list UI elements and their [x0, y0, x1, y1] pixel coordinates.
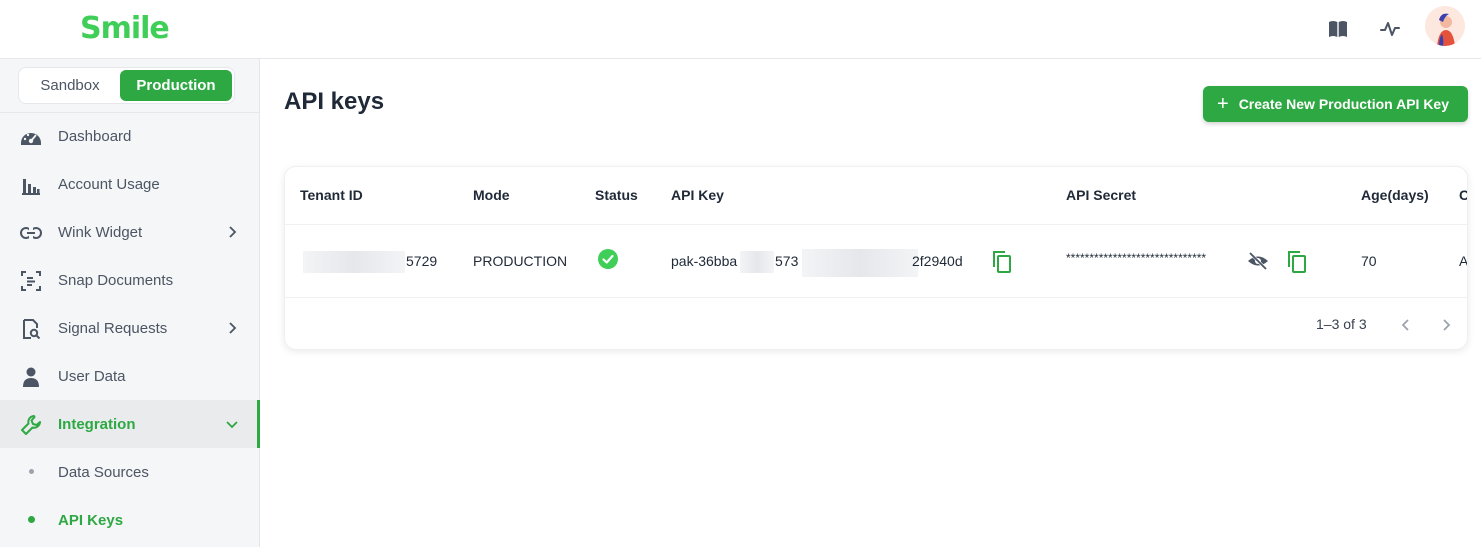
column-header-api-secret[interactable]: API Secret	[1066, 187, 1136, 203]
truncated-cell: A	[1459, 253, 1468, 269]
sidebar-item-label: API Keys	[58, 511, 124, 529]
redacted-api-key-part	[802, 249, 918, 277]
tenant-id-cell: 5729	[406, 253, 438, 269]
chevron-right-icon	[1443, 319, 1451, 331]
avatar[interactable]	[1425, 6, 1465, 46]
chevron-right-icon	[224, 224, 240, 240]
sidebar-item-integration[interactable]: Integration	[0, 400, 260, 448]
smile-logo[interactable]: Smile	[80, 11, 170, 46]
api-keys-table: Tenant ID Mode Status API Key API Secret…	[284, 166, 1468, 350]
divider	[285, 224, 1467, 225]
link-icon	[20, 222, 42, 244]
chevron-right-icon	[224, 320, 240, 336]
dashboard-icon	[20, 126, 42, 148]
column-header-age-days[interactable]: Age(days)	[1361, 187, 1429, 203]
column-header-mode[interactable]: Mode	[473, 187, 510, 203]
next-page-button[interactable]	[1434, 313, 1458, 337]
sidebar-item-snap-documents[interactable]: Snap Documents	[0, 256, 260, 304]
pagination-count: 1–3 of 3	[1316, 316, 1367, 332]
redacted-api-key-part	[740, 251, 774, 273]
sidebar-subitem-api-keys[interactable]: API Keys	[0, 496, 260, 544]
scan-document-icon	[20, 270, 42, 292]
search-document-icon	[20, 318, 42, 340]
age-days-cell: 70	[1361, 253, 1377, 269]
sidebar-item-label: User Data	[58, 367, 126, 385]
production-tab[interactable]: Production	[120, 70, 232, 101]
previous-page-button[interactable]	[1394, 313, 1418, 337]
create-api-key-button[interactable]: + Create New Production API Key	[1203, 86, 1468, 122]
sidebar-item-label: Wink Widget	[58, 223, 143, 241]
sidebar-item-account-usage[interactable]: Account Usage	[0, 160, 260, 208]
sidebar-item-signal-requests[interactable]: Signal Requests	[0, 304, 260, 352]
sidebar-item-label: Dashboard	[58, 127, 132, 145]
api-key-prefix: pak-36bba	[671, 253, 738, 269]
bar-chart-icon	[20, 174, 42, 196]
book-icon[interactable]	[1325, 16, 1351, 42]
sidebar-item-label: Signal Requests	[58, 319, 168, 337]
column-header-tenant-id[interactable]: Tenant ID	[300, 187, 363, 203]
top-header: Smile	[0, 0, 1481, 59]
sidebar-subitem-data-sources[interactable]: Data Sources	[0, 448, 260, 496]
page-title: API keys	[284, 88, 385, 115]
sidebar: Sandbox Production Dashboard Account Usa…	[0, 59, 260, 547]
sidebar-item-wink-widget[interactable]: Wink Widget	[0, 208, 260, 256]
api-secret-masked: ******************************	[1066, 251, 1207, 265]
person-icon	[20, 366, 42, 388]
create-api-key-label: Create New Production API Key	[1238, 96, 1449, 112]
environment-toggle: Sandbox Production	[18, 67, 235, 104]
copy-api-secret-icon[interactable]	[1286, 250, 1308, 274]
sidebar-item-label: Snap Documents	[58, 271, 174, 289]
sidebar-item-label: Account Usage	[58, 175, 160, 193]
bullet-icon	[28, 516, 35, 523]
eye-off-icon[interactable]	[1247, 251, 1269, 271]
activity-icon[interactable]	[1377, 16, 1403, 42]
sidebar-item-user-data[interactable]: User Data	[0, 352, 260, 400]
plus-icon: +	[1217, 93, 1229, 115]
copy-api-key-icon[interactable]	[991, 250, 1013, 274]
chevron-down-icon	[224, 416, 240, 432]
divider	[285, 297, 1467, 298]
wrench-icon	[20, 414, 42, 436]
status-active-icon	[598, 249, 618, 269]
column-header-truncated[interactable]: C	[1459, 187, 1467, 203]
api-key-suffix: 2f2940d	[912, 253, 963, 269]
sidebar-item-dashboard[interactable]: Dashboard	[0, 112, 260, 160]
api-key-mid: 573	[775, 253, 799, 269]
column-header-api-key[interactable]: API Key	[671, 187, 724, 203]
bullet-icon	[29, 469, 34, 474]
chevron-left-icon	[1401, 319, 1409, 331]
sandbox-tab[interactable]: Sandbox	[22, 70, 118, 101]
mode-cell: PRODUCTION	[473, 253, 568, 269]
column-header-status[interactable]: Status	[595, 187, 638, 203]
sidebar-item-label: Data Sources	[58, 463, 149, 481]
sidebar-item-label: Integration	[58, 415, 136, 433]
redacted-tenant-id	[303, 251, 405, 273]
